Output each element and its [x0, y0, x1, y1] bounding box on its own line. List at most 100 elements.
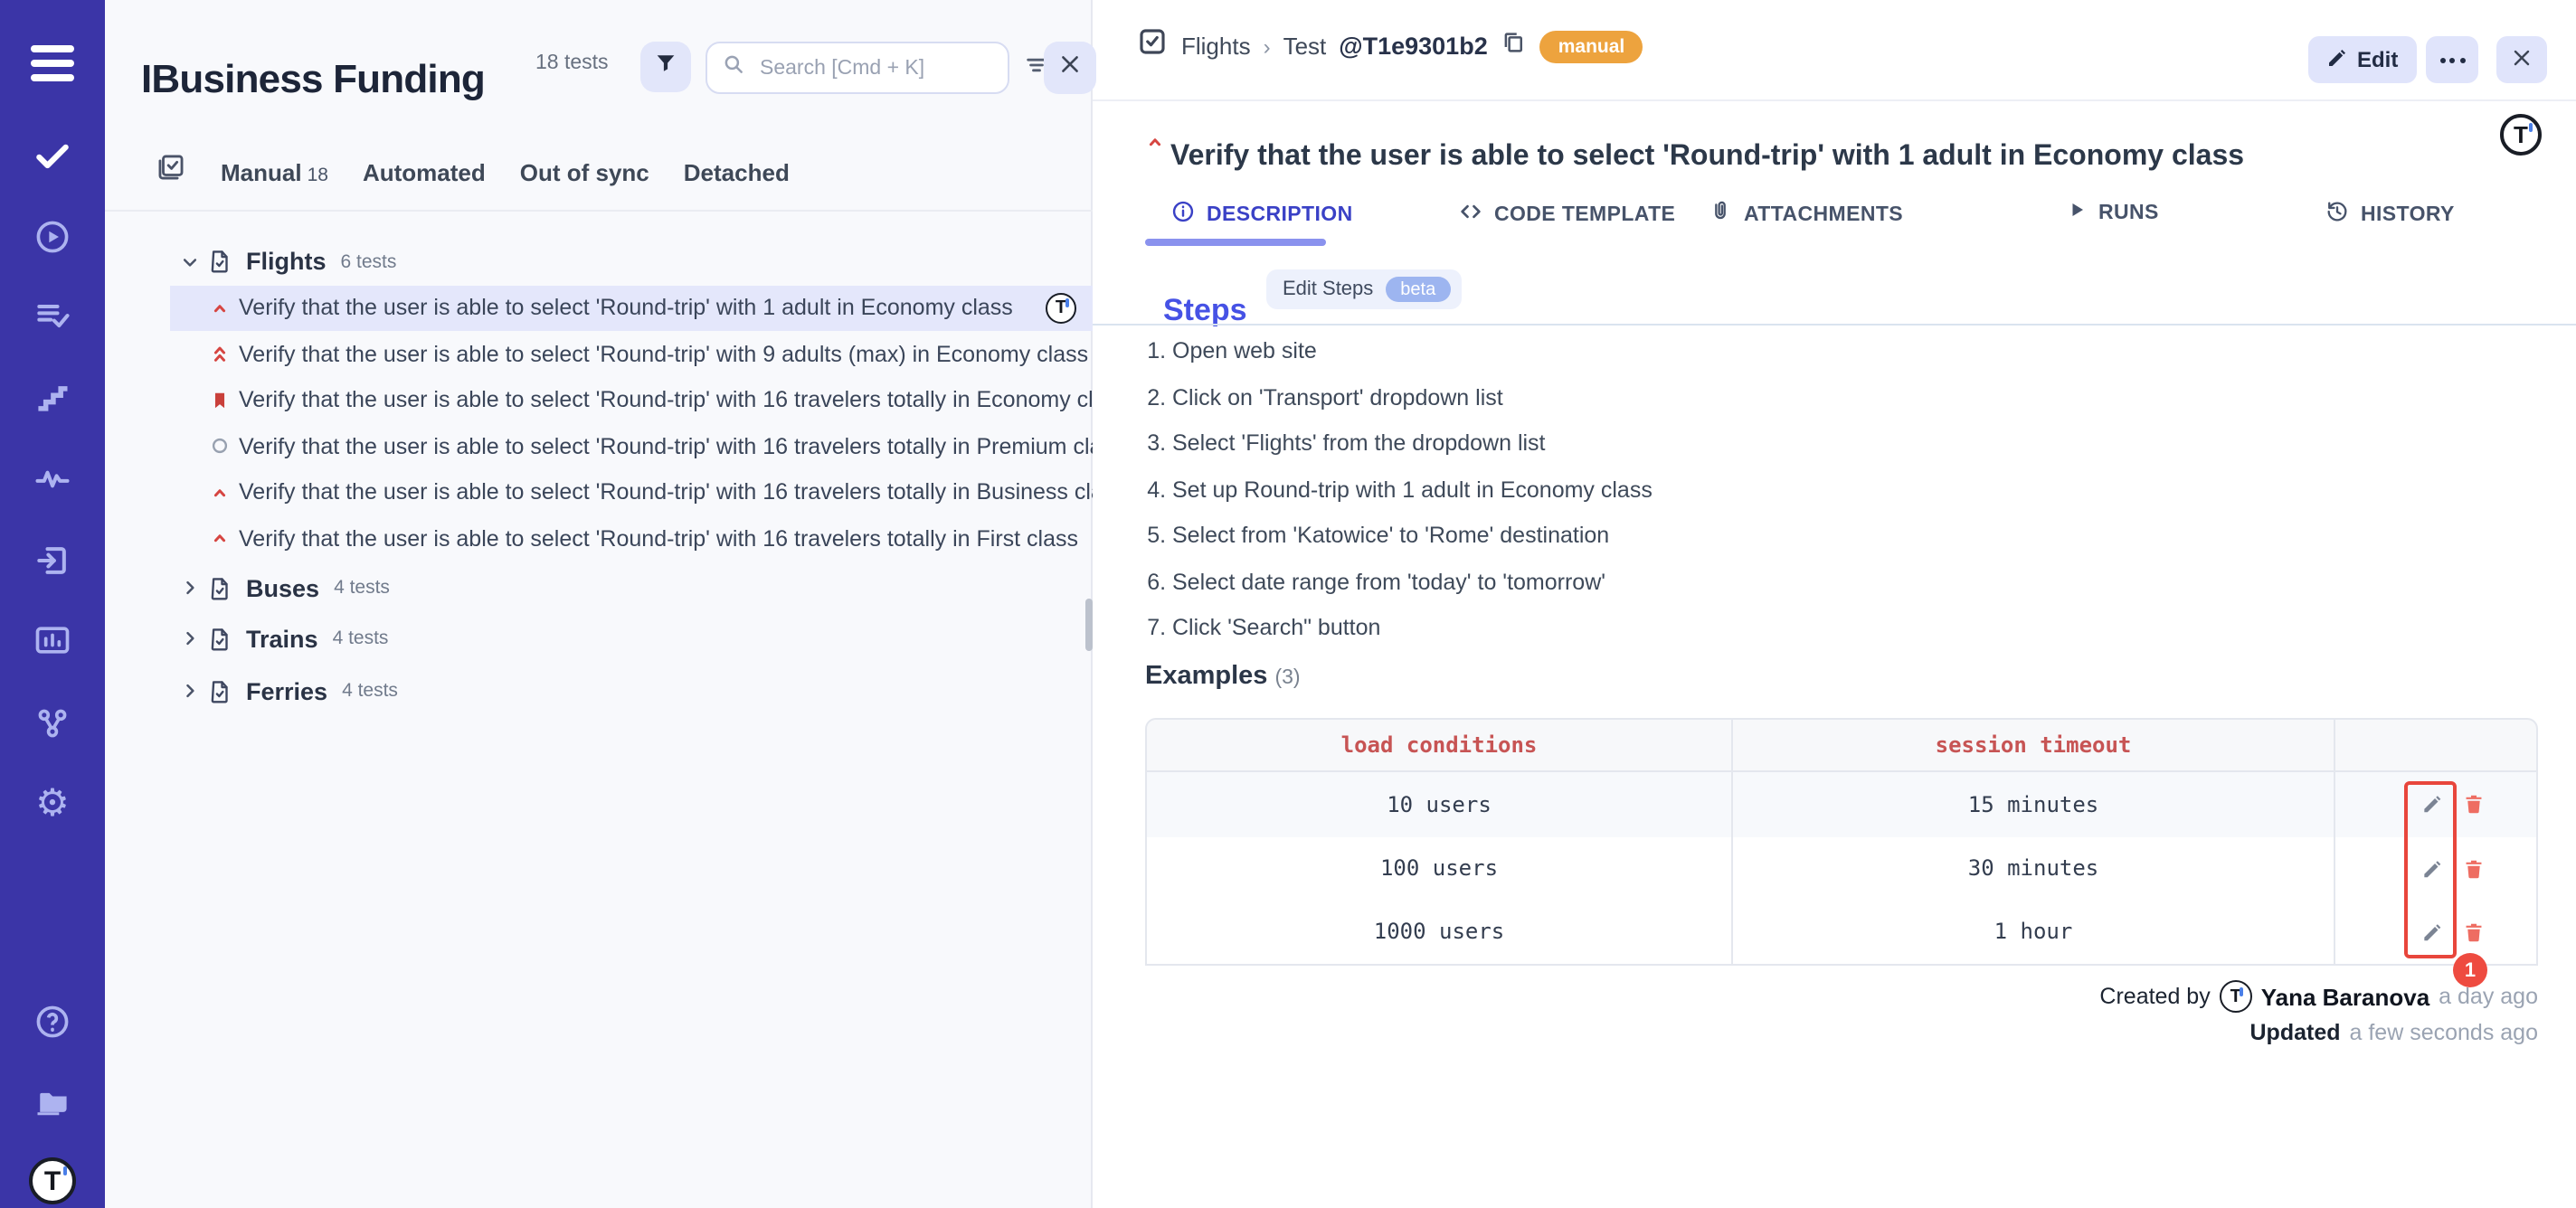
- author-avatar: T: [2500, 114, 2542, 156]
- column-header-actions: [2335, 718, 2538, 772]
- check-icon: [33, 136, 72, 175]
- copy-icon[interactable]: [1501, 28, 1528, 64]
- test-row[interactable]: Verify that the user is able to select '…: [105, 377, 1093, 423]
- edit-row-icon[interactable]: [2420, 920, 2444, 944]
- select-tests-icon[interactable]: [156, 152, 186, 192]
- test-row[interactable]: Verify that the user is able to select '…: [105, 423, 1093, 469]
- priority-bookmark-icon: [210, 389, 230, 412]
- filter-button[interactable]: [640, 42, 691, 92]
- chevron-down-icon: [181, 252, 199, 270]
- cell: 1 hour: [1733, 901, 2335, 965]
- analytics-nav-item[interactable]: [0, 459, 105, 499]
- close-icon: [2511, 45, 2533, 74]
- edit-steps-button[interactable]: Edit Steps beta: [1266, 269, 1461, 309]
- suite-doc-icon: [206, 248, 233, 275]
- table-row: 10 users 15 minutes: [1145, 772, 2538, 836]
- meta-block: Created by T Yana Baranova a day ago Upd…: [2099, 978, 2538, 1051]
- examples-table: load conditions session timeout 10 users…: [1145, 718, 2538, 965]
- close-panel-button[interactable]: [1044, 42, 1096, 94]
- delete-row-icon[interactable]: [2462, 793, 2486, 816]
- left-panel: IBusiness Funding 18 tests Manual18 Auto…: [105, 0, 1093, 1208]
- breadcrumb-folder[interactable]: Flights: [1181, 33, 1251, 60]
- info-circle-icon: [1170, 199, 1196, 230]
- folder-row-buses[interactable]: Buses 4 tests: [105, 565, 1093, 610]
- tab-label: DESCRIPTION: [1207, 203, 1353, 225]
- close-detail-button[interactable]: [2496, 36, 2547, 83]
- user-avatar-item[interactable]: T: [0, 1157, 105, 1204]
- tests-nav-item[interactable]: [0, 136, 105, 175]
- branches-nav-item[interactable]: [0, 703, 105, 743]
- tab-runs[interactable]: RUNS: [2066, 199, 2159, 226]
- steps-nav-item[interactable]: [0, 378, 105, 418]
- detail-header: Flights › Test @T1e9301b2 manual Edit: [1093, 0, 2576, 101]
- test-row[interactable]: Verify that the user is able to select '…: [105, 515, 1093, 562]
- folder-row-flights[interactable]: Flights 6 tests: [105, 239, 1093, 284]
- history-clock-icon: [2325, 199, 2350, 230]
- cell: 15 minutes: [1733, 772, 2335, 836]
- suite-doc-icon: [206, 625, 233, 652]
- help-nav-item[interactable]: [0, 1002, 105, 1042]
- step-item: Select from 'Katowice' to 'Rome' destina…: [1172, 514, 1653, 560]
- scrollbar-thumb[interactable]: [1085, 599, 1093, 651]
- delete-row-icon[interactable]: [2462, 857, 2486, 881]
- tab-label: ATTACHMENTS: [1744, 203, 1903, 225]
- tab-detached[interactable]: Detached: [684, 158, 790, 185]
- bar-chart-icon: [33, 620, 72, 660]
- test-title-heading: Verify that the user is able to select '…: [1170, 142, 2244, 175]
- tests-count: 18 tests: [535, 52, 609, 74]
- test-row[interactable]: Verify that the user is able to select '…: [105, 469, 1093, 515]
- settings-nav-item[interactable]: ⚙: [0, 785, 105, 823]
- tab-code-template[interactable]: CODE TEMPLATE: [1458, 199, 1675, 230]
- search-input[interactable]: [756, 55, 993, 80]
- test-row-selected[interactable]: Verify that the user is able to select '…: [170, 285, 1093, 331]
- tab-history[interactable]: HISTORY: [2325, 199, 2455, 230]
- runs-nav-item[interactable]: [0, 217, 105, 257]
- hamburger-menu-icon[interactable]: [31, 45, 74, 89]
- folder-row-trains[interactable]: Trains 4 tests: [105, 616, 1093, 661]
- folder-count: 4 tests: [342, 680, 398, 702]
- table-row: 100 users 30 minutes: [1145, 836, 2538, 901]
- delete-row-icon[interactable]: [2462, 920, 2486, 944]
- test-title: Verify that the user is able to select '…: [239, 388, 1093, 413]
- edit-steps-label: Edit Steps: [1283, 278, 1373, 300]
- tab-description[interactable]: DESCRIPTION: [1170, 199, 1353, 230]
- step-item: Select 'Flights' from the dropdown list: [1172, 421, 1653, 467]
- tab-out-of-sync[interactable]: Out of sync: [520, 158, 649, 185]
- breadcrumb-separator: ›: [1264, 33, 1271, 59]
- folder-count: 6 tests: [341, 250, 397, 272]
- edit-button-label: Edit: [2357, 47, 2398, 72]
- reports-nav-item[interactable]: [0, 620, 105, 660]
- edit-row-icon[interactable]: [2420, 793, 2444, 816]
- tab-manual[interactable]: Manual18: [221, 158, 328, 185]
- code-icon: [1458, 199, 1483, 230]
- tab-attachments[interactable]: ATTACHMENTS: [1708, 199, 1903, 230]
- edit-button[interactable]: Edit: [2308, 36, 2416, 83]
- tab-label: CODE TEMPLATE: [1494, 203, 1675, 225]
- test-title: Verify that the user is able to select '…: [239, 296, 1046, 321]
- created-time: a day ago: [2439, 984, 2538, 1009]
- play-circle-icon: [33, 217, 72, 257]
- step-item: Click 'Search" button: [1172, 606, 1653, 652]
- edit-row-icon[interactable]: [2420, 857, 2444, 881]
- table-row: 1000 users 1 hour: [1145, 901, 2538, 965]
- test-plans-nav-item[interactable]: [0, 297, 105, 336]
- priority-highest-icon: [210, 343, 230, 366]
- created-label: Created by: [2099, 984, 2210, 1009]
- steps-list: Open web site Click on 'Transport' dropd…: [1141, 329, 1653, 652]
- folder-name: Trains: [246, 625, 318, 652]
- divider: [1093, 324, 2576, 326]
- import-nav-item[interactable]: [0, 541, 105, 580]
- step-item: Select date range from 'today' to 'tomor…: [1172, 560, 1653, 606]
- priority-high-icon: [210, 298, 230, 318]
- step-item: Click on 'Transport' dropdown list: [1172, 375, 1653, 421]
- cell: 100 users: [1145, 836, 1733, 901]
- test-id[interactable]: @T1e9301b2: [1339, 33, 1487, 60]
- folder-row-ferries[interactable]: Ferries 4 tests: [105, 668, 1093, 713]
- more-options-button[interactable]: [2426, 36, 2478, 83]
- tab-automated[interactable]: Automated: [363, 158, 486, 185]
- test-row[interactable]: Verify that the user is able to select '…: [105, 331, 1093, 377]
- projects-nav-item[interactable]: [0, 1081, 105, 1121]
- search-icon: [722, 52, 745, 84]
- chevron-right-icon: [181, 629, 199, 647]
- folder-name: Buses: [246, 574, 319, 601]
